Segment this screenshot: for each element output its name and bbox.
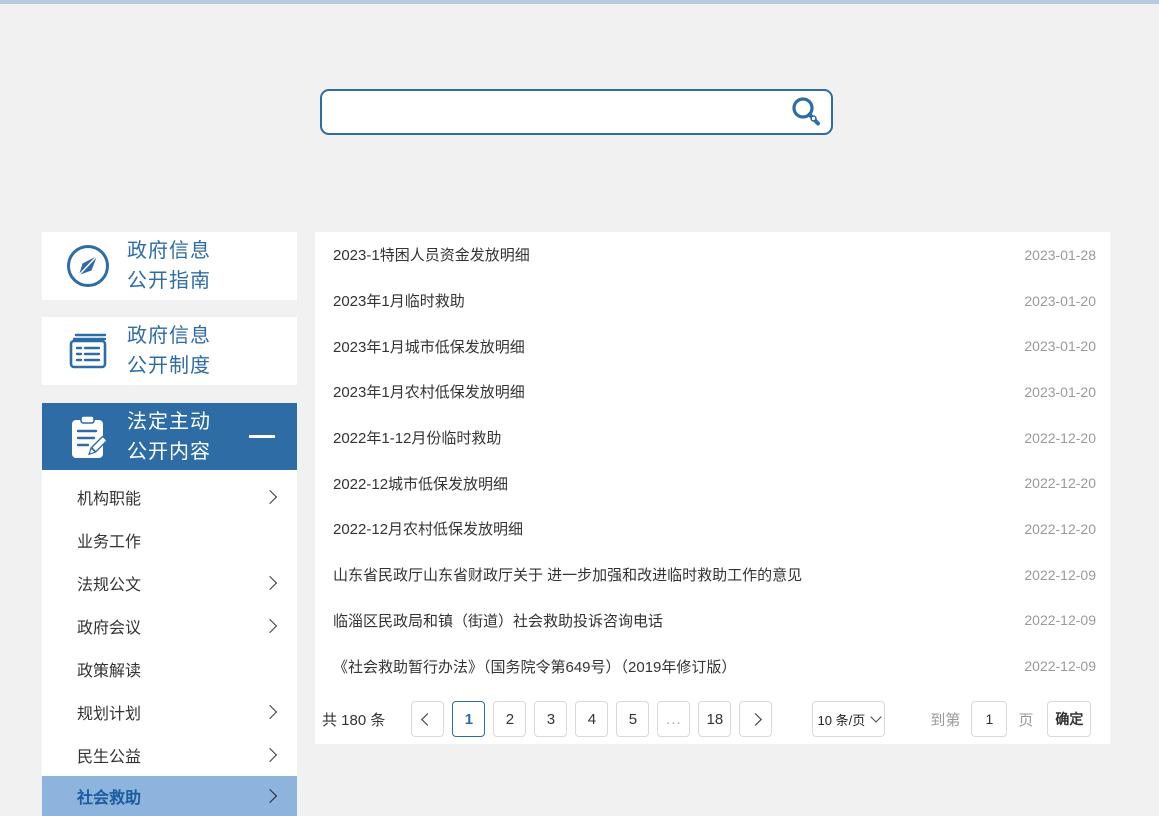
sidebar-item-guihua-jihua[interactable]: 规划计划 xyxy=(42,690,297,733)
submenu-label: 机构职能 xyxy=(77,485,141,509)
goto-suffix-label: 页 xyxy=(1018,709,1033,730)
page-button-3[interactable]: 3 xyxy=(534,701,567,737)
submenu-label: 业务工作 xyxy=(77,528,141,552)
pagination-bar: 共 180 条 1 2 3 4 5 ... 18 10 条/页 到第 页 确定 xyxy=(322,701,1100,737)
page-size-label: 10 条/页 xyxy=(818,710,866,729)
document-link[interactable]: 2022-12月农村低保发放明细 xyxy=(333,518,523,539)
submenu-label: 规划计划 xyxy=(77,700,141,724)
document-date: 2023-01-20 xyxy=(1004,384,1096,400)
list-item: 2023年1月城市低保发放明细 2023-01-20 xyxy=(315,323,1110,369)
search-button[interactable] xyxy=(781,91,831,133)
confirm-button[interactable]: 确定 xyxy=(1047,701,1091,737)
document-date: 2022-12-20 xyxy=(1004,521,1096,537)
chevron-right-icon xyxy=(263,704,277,718)
list-item: 2022年1-12月份临时救助 2022-12-20 xyxy=(315,415,1110,461)
search-input[interactable] xyxy=(322,91,781,133)
sidebar-block-label: 政府信息 公开指南 xyxy=(127,236,211,296)
chevron-right-icon xyxy=(263,575,277,589)
goto-prefix-label: 到第 xyxy=(930,709,960,730)
submenu-label: 民生公益 xyxy=(77,743,141,767)
goto-page-input[interactable] xyxy=(971,701,1007,737)
document-link[interactable]: 《社会救助暂行办法》（国务院令第649号）（2019年修订版） xyxy=(333,656,736,677)
list-item: 2023年1月农村低保发放明细 2023-01-20 xyxy=(315,369,1110,415)
chevron-right-icon xyxy=(263,489,277,503)
chevron-left-icon xyxy=(422,713,435,726)
sidebar-item-gov-info-guide[interactable]: 政府信息 公开指南 xyxy=(42,232,297,300)
chevron-right-icon xyxy=(263,618,277,632)
document-link[interactable]: 山东省民政厅山东省财政厅关于 进一步加强和改进临时救助工作的意见 xyxy=(333,564,802,585)
sidebar-block-label: 政府信息 公开制度 xyxy=(127,321,211,381)
document-link[interactable]: 2023-1特困人员资金发放明细 xyxy=(333,244,530,265)
sidebar-item-zhengce-jiedu[interactable]: 政策解读 xyxy=(42,647,297,690)
sidebar-item-fagui-gongwen[interactable]: 法规公文 xyxy=(42,561,297,604)
chevron-right-icon xyxy=(263,747,277,761)
top-accent-bar xyxy=(0,0,1159,4)
compass-icon xyxy=(64,242,112,290)
submenu-label: 法规公文 xyxy=(77,571,141,595)
sidebar-item-yewu-gongzuo[interactable]: 业务工作 xyxy=(42,518,297,561)
submenu-label: 社会救助 xyxy=(77,784,141,808)
chevron-right-icon xyxy=(263,789,277,803)
next-page-button[interactable] xyxy=(739,701,772,737)
document-date: 2023-01-20 xyxy=(1004,293,1096,309)
page-button-2[interactable]: 2 xyxy=(493,701,526,737)
list-item: 2023-1特困人员资金发放明细 2023-01-28 xyxy=(315,232,1110,278)
document-date: 2022-12-09 xyxy=(1004,567,1096,583)
sidebar-item-statutory-disclosure[interactable]: 法定主动 公开内容 xyxy=(42,403,297,470)
document-link[interactable]: 2023年1月农村低保发放明细 xyxy=(333,381,525,402)
search-icon xyxy=(789,95,823,129)
list-item: 2023年1月临时救助 2023-01-20 xyxy=(315,278,1110,324)
page-ellipsis[interactable]: ... xyxy=(657,701,690,737)
document-link[interactable]: 2023年1月临时救助 xyxy=(333,290,465,311)
document-link[interactable]: 2023年1月城市低保发放明细 xyxy=(333,336,525,357)
page-button-4[interactable]: 4 xyxy=(575,701,608,737)
page-button-1[interactable]: 1 xyxy=(452,701,485,737)
sidebar-item-jigou-zhineng[interactable]: 机构职能 xyxy=(42,475,297,518)
sidebar-item-zhengfu-huiyi[interactable]: 政府会议 xyxy=(42,604,297,647)
list-item: 临淄区民政局和镇（街道）社会救助投诉咨询电话 2022-12-09 xyxy=(315,598,1110,644)
minus-icon xyxy=(249,435,275,438)
submenu-label: 政府会议 xyxy=(77,614,141,638)
list-item: 《社会救助暂行办法》（国务院令第649号）（2019年修订版） 2022-12-… xyxy=(315,643,1110,689)
page-button-18[interactable]: 18 xyxy=(698,701,731,737)
document-link[interactable]: 2022-12城市低保发放明细 xyxy=(333,473,508,494)
list-item: 2022-12城市低保发放明细 2022-12-20 xyxy=(315,460,1110,506)
chevron-down-icon xyxy=(871,711,882,722)
document-date: 2022-12-09 xyxy=(1004,658,1096,674)
submenu-label: 政策解读 xyxy=(77,657,141,681)
goto-page-group: 到第 页 确定 xyxy=(930,701,1091,737)
document-date: 2022-12-20 xyxy=(1004,430,1096,446)
document-link[interactable]: 临淄区民政局和镇（街道）社会救助投诉咨询电话 xyxy=(333,610,663,631)
chevron-right-icon xyxy=(750,713,763,726)
document-date: 2022-12-20 xyxy=(1004,475,1096,491)
document-date: 2022-12-09 xyxy=(1004,612,1096,628)
sidebar-item-gov-info-system[interactable]: 政府信息 公开制度 xyxy=(42,317,297,385)
document-date: 2023-01-20 xyxy=(1004,338,1096,354)
document-date: 2023-01-28 xyxy=(1004,247,1096,263)
sidebar-item-minsheng-gongyi[interactable]: 民生公益 xyxy=(42,733,297,776)
search-bar xyxy=(320,89,833,135)
ledger-icon xyxy=(64,327,112,375)
page-size-select[interactable]: 10 条/页 xyxy=(812,701,885,737)
page-button-5[interactable]: 5 xyxy=(616,701,649,737)
sidebar-item-shehui-jiuzhu[interactable]: 社会救助 xyxy=(42,776,297,816)
content-panel: 2023-1特困人员资金发放明细 2023-01-28 2023年1月临时救助 … xyxy=(315,232,1110,744)
prev-page-button[interactable] xyxy=(411,701,444,737)
sidebar-submenu: 机构职能 业务工作 法规公文 政府会议 政策解读 规划计划 民生公益 社会救助 xyxy=(42,470,297,816)
document-link[interactable]: 2022年1-12月份临时救助 xyxy=(333,427,501,448)
list-item: 山东省民政厅山东省财政厅关于 进一步加强和改进临时救助工作的意见 2022-12… xyxy=(315,552,1110,598)
list-item: 2022-12月农村低保发放明细 2022-12-20 xyxy=(315,506,1110,552)
total-count-label: 共 180 条 xyxy=(322,709,385,730)
sidebar-block-label: 法定主动 公开内容 xyxy=(127,407,211,467)
clipboard-pencil-icon xyxy=(64,413,112,461)
